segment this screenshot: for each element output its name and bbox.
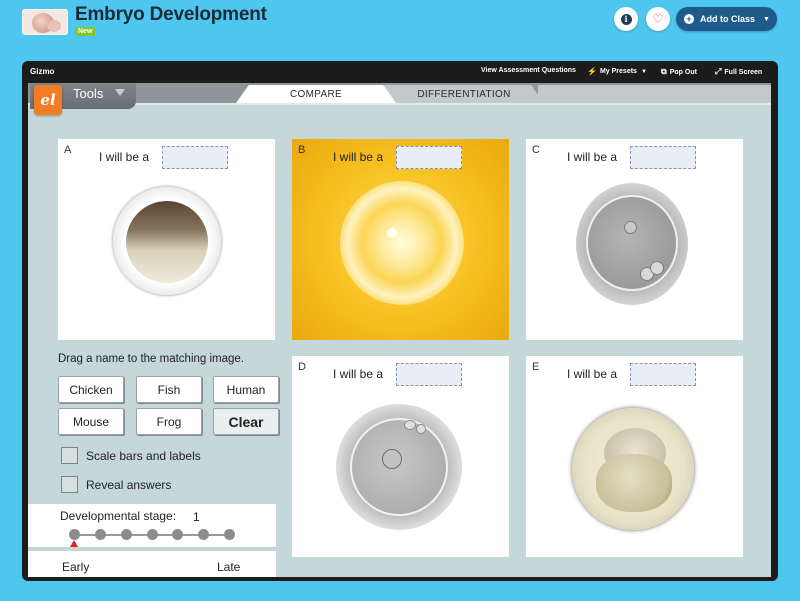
stage-tick[interactable] <box>94 529 106 540</box>
stage-tick[interactable] <box>120 529 132 540</box>
favorite-button[interactable]: ♡ <box>646 7 670 31</box>
tab-compare[interactable]: COMPARE <box>236 85 396 103</box>
expand-icon: ⤢ <box>715 67 722 76</box>
panel-prompt: I will be a <box>333 367 384 381</box>
embryo-panel-a: A I will be a <box>58 139 275 340</box>
chevron-down-icon: ▼ <box>763 15 770 23</box>
full-screen-button[interactable]: ⤢ Full Screen <box>715 67 762 77</box>
pop-out-label: Pop Out <box>669 68 697 76</box>
embryo-panel-c: C I will be a <box>526 139 743 340</box>
explorelearning-logo: el <box>34 85 62 115</box>
answer-drop-box[interactable] <box>396 363 462 386</box>
panel-prompt: I will be a <box>99 150 150 164</box>
name-frog-button[interactable]: Frog <box>136 408 202 435</box>
app-title: Embryo Development <box>75 4 267 25</box>
info-button[interactable]: i <box>614 7 638 31</box>
panel-letter: B <box>298 144 306 156</box>
scale-bars-label: Scale bars and labels <box>86 448 201 463</box>
tab-bar-fill <box>538 85 771 103</box>
embryo-panel-e: E I will be a <box>526 356 743 557</box>
clear-button[interactable]: Clear <box>213 408 279 435</box>
panel-letter: D <box>298 361 306 373</box>
pop-out-icon: ⧉ <box>661 67 667 76</box>
panel-letter: C <box>532 144 540 156</box>
polar-body-d <box>404 420 416 430</box>
polar-body-d <box>416 424 426 434</box>
stage-tick[interactable] <box>146 529 158 540</box>
stage-label: Developmental stage: <box>60 509 177 523</box>
panel-prompt: I will be a <box>333 150 384 164</box>
reveal-answers-option[interactable]: Reveal answers <box>61 476 171 493</box>
my-presets-label: My Presets <box>599 68 637 75</box>
stage-value: 1 <box>193 510 200 524</box>
info-icon: i <box>620 13 632 25</box>
lightning-icon: ⚡ <box>587 67 597 76</box>
stage-tick[interactable] <box>224 529 235 540</box>
full-screen-label: Full Screen <box>724 68 763 76</box>
view-assessment-questions-link[interactable]: View Assessment Questions <box>481 67 576 74</box>
panel-letter: E <box>532 361 540 373</box>
name-mouse-button[interactable]: Mouse <box>58 408 124 435</box>
embryo-panel-d: D I will be a <box>292 356 509 557</box>
tab-compare-label: COMPARE <box>290 88 342 100</box>
gizmo-label: Gizmo <box>30 67 55 76</box>
answer-drop-box[interactable] <box>630 363 696 386</box>
chevron-down-icon: ▼ <box>640 68 647 75</box>
panel-prompt: I will be a <box>567 150 618 164</box>
tools-label: Tools <box>73 86 104 101</box>
panel-prompt: I will be a <box>567 367 618 381</box>
name-fish-button[interactable]: Fish <box>136 376 202 403</box>
new-badge: New <box>75 27 96 36</box>
polar-body-c <box>650 261 664 275</box>
heart-icon: ♡ <box>652 12 664 26</box>
gizmo-frame: Gizmo View Assessment Questions ⚡ My Pre… <box>22 61 778 581</box>
embryo-nucleus-d <box>382 449 402 469</box>
scale-bars-checkbox[interactable] <box>61 447 78 464</box>
chevron-down-icon <box>115 89 125 96</box>
drag-instruction: Drag a name to the matching image. <box>58 353 245 365</box>
tools-menu[interactable]: el Tools <box>30 83 136 115</box>
answer-drop-box[interactable] <box>396 146 462 169</box>
view-assessment-questions-label: View Assessment Questions <box>481 67 576 74</box>
my-presets-menu[interactable]: ⚡ My Presets ▼ <box>587 67 650 76</box>
name-human-button[interactable]: Human <box>213 376 279 403</box>
pop-out-button[interactable]: ⧉ Pop Out <box>661 67 697 77</box>
app-header: Embryo Development New i ♡ + Add to Clas… <box>0 0 800 56</box>
panel-letter: A <box>64 144 72 156</box>
embryo-cell-c <box>586 195 678 291</box>
embryo-image-b <box>340 181 464 305</box>
embryo-cells-e <box>596 454 672 512</box>
embryo-nucleus-b <box>387 228 397 238</box>
stage-slider-panel: Developmental stage: 1 <box>28 504 276 552</box>
stage-tick[interactable] <box>172 529 184 540</box>
gizmo-toolbar: Gizmo View Assessment Questions ⚡ My Pre… <box>22 61 778 83</box>
scale-bars-option[interactable]: Scale bars and labels <box>61 447 201 464</box>
tab-differentiation-label: DIFFERENTIATION <box>417 88 511 100</box>
answer-drop-box[interactable] <box>630 146 696 169</box>
stage-scale-labels: Early Late <box>28 551 276 577</box>
reveal-answers-checkbox[interactable] <box>61 476 78 493</box>
add-to-class-button[interactable]: + Add to Class ▼ <box>676 7 777 31</box>
gizmo-workspace: DIFFERENTIATION COMPARE el Tools A I wil… <box>28 83 771 577</box>
tab-differentiation[interactable]: DIFFERENTIATION <box>384 85 544 103</box>
stage-tick[interactable] <box>69 529 80 540</box>
name-chicken-button[interactable]: Chicken <box>58 376 124 403</box>
reveal-answers-label: Reveal answers <box>86 477 172 492</box>
embryo-cell-d <box>350 418 448 516</box>
stage-early-label: Early <box>62 560 90 574</box>
stage-late-label: Late <box>217 560 241 574</box>
add-to-class-label: Add to Class <box>700 14 756 24</box>
stage-tick[interactable] <box>198 529 210 540</box>
tab-divider <box>28 103 771 105</box>
answer-drop-box[interactable] <box>162 146 228 169</box>
plus-icon: + <box>684 14 694 24</box>
embryo-panel-b: B I will be a <box>292 139 509 340</box>
embryo-yolk-a <box>126 201 208 283</box>
embryo-nucleus-c <box>624 221 637 234</box>
gizmo-thumbnail <box>22 9 68 35</box>
